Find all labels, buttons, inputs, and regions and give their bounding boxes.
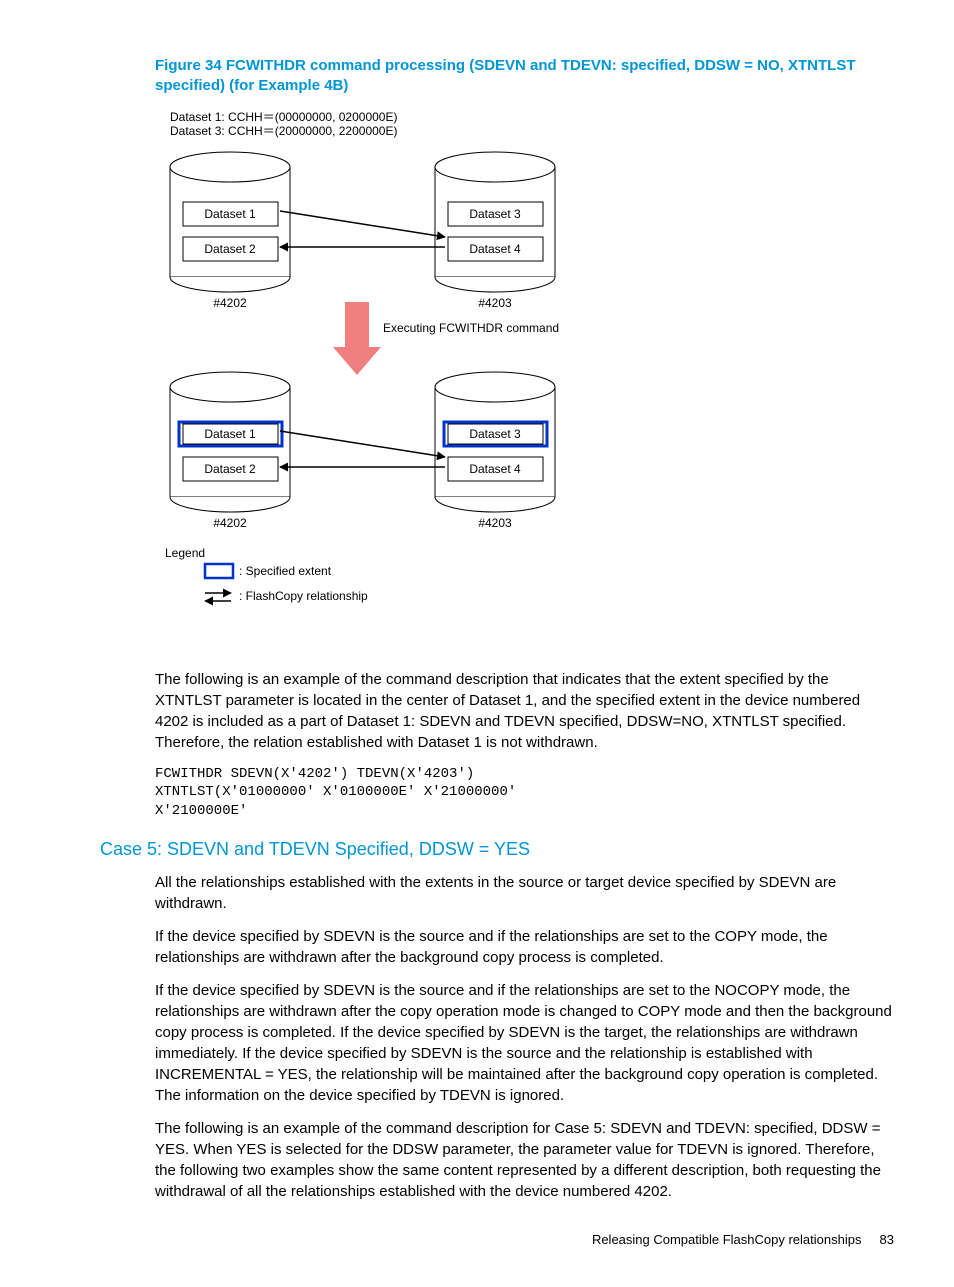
legend-extent: : Specified extent xyxy=(239,564,332,578)
paragraph-1: The following is an example of the comma… xyxy=(155,669,894,753)
label-4203-bottom: #4203 xyxy=(478,516,512,530)
cylinder-bottom-left: Dataset 1 Dataset 2 xyxy=(170,372,290,512)
paragraph-2: All the relationships established with t… xyxy=(155,872,894,914)
svg-text:Dataset 2: Dataset 2 xyxy=(204,242,256,256)
svg-text:Dataset 4: Dataset 4 xyxy=(469,462,521,476)
diagram-header-2: Dataset 3: CCHH＝(20000000, 2200000E) xyxy=(170,124,397,138)
cylinder-top-right: Dataset 3 Dataset 4 xyxy=(435,152,555,292)
label-4203-top: #4203 xyxy=(478,296,512,310)
paragraph-3: If the device specified by SDEVN is the … xyxy=(155,926,894,968)
page-footer: Releasing Compatible FlashCopy relations… xyxy=(100,1232,894,1247)
cylinder-bottom-right: Dataset 3 Dataset 4 xyxy=(435,372,555,512)
cylinder-top-left: Dataset 1 Dataset 2 xyxy=(170,152,290,292)
page-number: 83 xyxy=(880,1232,894,1247)
figure-title: Figure 34 FCWITHDR command processing (S… xyxy=(155,56,894,97)
section-title-case5: Case 5: SDEVN and TDEVN Specified, DDSW … xyxy=(100,839,894,860)
label-4202-bottom: #4202 xyxy=(213,516,247,530)
svg-text:Dataset 1: Dataset 1 xyxy=(204,427,256,441)
svg-text:Dataset 4: Dataset 4 xyxy=(469,242,521,256)
footer-text: Releasing Compatible FlashCopy relations… xyxy=(592,1232,862,1247)
legend-relationship: : FlashCopy relationship xyxy=(239,589,368,603)
code-block-1: FCWITHDR SDEVN(X'4202') TDEVN(X'4203') X… xyxy=(155,765,894,822)
svg-text:Dataset 1: Dataset 1 xyxy=(204,207,256,221)
big-arrow-icon xyxy=(333,302,381,375)
svg-text:Dataset 3: Dataset 3 xyxy=(469,427,521,441)
paragraph-4: If the device specified by SDEVN is the … xyxy=(155,980,894,1106)
diagram-header-1: Dataset 1: CCHH＝(00000000, 0200000E) xyxy=(170,110,397,124)
legend-label: Legend xyxy=(165,546,205,560)
executing-label: Executing FCWITHDR command xyxy=(383,321,559,335)
paragraph-5: The following is an example of the comma… xyxy=(155,1118,894,1202)
svg-text:Dataset 3: Dataset 3 xyxy=(469,207,521,221)
label-4202-top: #4202 xyxy=(213,296,247,310)
svg-text:Dataset 2: Dataset 2 xyxy=(204,462,256,476)
diagram-container: Dataset 1: CCHH＝(00000000, 0200000E) Dat… xyxy=(155,107,635,657)
